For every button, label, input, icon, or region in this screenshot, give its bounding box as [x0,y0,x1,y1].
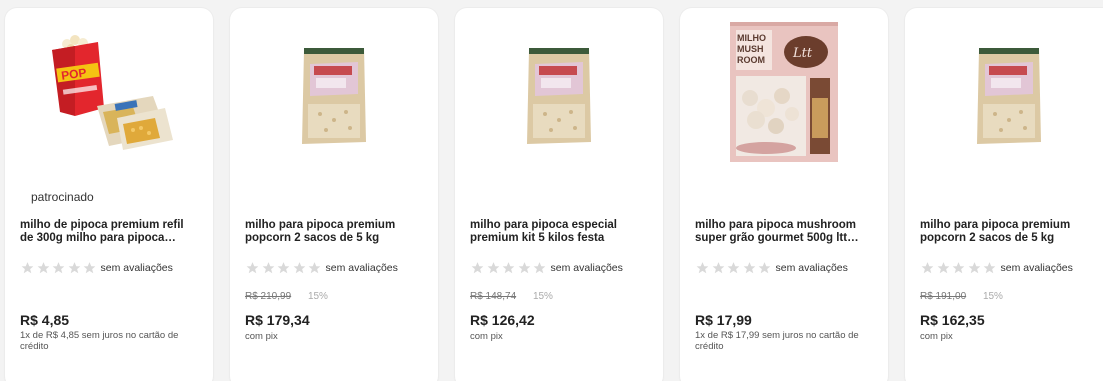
product-title-line-1: milho para pipoca premium [245,219,396,231]
sponsored-label: patrocinado [31,190,94,204]
rating-stars [245,261,323,275]
star-icon [262,262,274,274]
discount-badge: 15% [532,291,553,302]
old-price: R$ 210,99 [245,291,292,302]
old-price-row: R$ 148,74 15% [470,291,553,302]
product-title-line-1: milho para pipoca mushroom [695,219,857,231]
star-icon [83,262,96,274]
star-icon [727,262,740,274]
star-icon [518,262,530,274]
product-card[interactable]: milho para pipoca premium popcorn 2 saco… [905,8,1103,381]
star-icon [487,262,499,274]
rating-stars [470,261,548,275]
product-image[interactable] [455,8,663,173]
old-price: R$ 148,74 [470,291,517,302]
star-icon [696,262,709,274]
product-card[interactable]: milho para pipoca premium popcorn 2 saco… [230,8,438,381]
star-icon [68,262,80,274]
installment-text: 1x de R$ 17,99 sem juros no cartão de cr… [695,330,859,352]
rating-stars [20,261,98,275]
price: R$ 4,85 [20,312,70,328]
product-title-line-1: milho de pipoca premium refil [20,219,184,231]
product-image[interactable] [905,8,1103,173]
mushroom-popcorn-package-image: MILHO MUSH ROOM Ltt [730,22,838,162]
discount-badge: 15% [307,291,328,302]
product-title[interactable]: milho de pipoca premium refil de 300g mi… [20,219,199,245]
package-label-2: MUSH [737,44,764,54]
price: R$ 126,42 [470,312,535,328]
old-price-row: R$ 210,99 15% [245,291,328,302]
price: R$ 17,99 [695,312,752,328]
price: R$ 179,34 [245,312,310,328]
product-title[interactable]: milho para pipoca premium popcorn 2 saco… [245,219,424,245]
product-card[interactable]: milho para pipoca especial premium kit 5… [455,8,663,381]
product-title-line-1: milho para pipoca especial [470,219,617,231]
product-card[interactable]: POP patrocinado milho de pipoca premium … [5,8,213,381]
payment-method-text: com pix [245,331,278,342]
rating-text: sem avaliações [100,262,173,274]
rating: sem avaliações [20,261,173,275]
product-image[interactable] [230,8,438,173]
product-title[interactable]: milho para pipoca premium popcorn 2 saco… [920,219,1101,245]
product-card[interactable]: MILHO MUSH ROOM Ltt milho para pipoca mu… [680,8,888,381]
star-icon [21,262,34,274]
star-icon [52,262,65,274]
brand-logo-text: Ltt [792,46,813,61]
installment-text: 1x de R$ 4,85 sem juros no cartão de cré… [20,330,179,352]
rating-stars [695,261,773,275]
popcorn-sack-image [977,48,1041,144]
rating: sem avaliações [470,261,623,275]
product-title-line-1: milho para pipoca premium [920,219,1071,231]
product-title-line-2: popcorn 2 sacos de 5 kg [245,232,380,244]
star-icon [712,262,724,274]
old-price: R$ 191,00 [920,291,967,302]
package-label-1: MILHO [737,33,766,43]
star-icon [502,262,515,274]
popcorn-box-and-bags-image: POP [52,35,173,150]
package-label-3: ROOM [737,55,765,65]
star-icon [758,262,771,274]
star-icon [743,262,755,274]
payment-method-text: com pix [470,331,503,342]
product-image[interactable]: MILHO MUSH ROOM Ltt [680,8,888,173]
rating: sem avaliações [245,261,398,275]
star-icon [37,262,49,274]
star-icon [983,262,996,274]
star-icon [308,262,321,274]
discount-badge: 15% [982,291,1003,302]
old-price-row: R$ 191,00 15% [920,291,1003,302]
star-icon [471,262,484,274]
star-icon [937,262,949,274]
star-icon [921,262,934,274]
product-title-line-2: super grão gourmet 500g ltt… [695,232,859,244]
star-icon [952,262,965,274]
product-title-line-2: premium kit 5 kilos festa [470,232,605,244]
star-icon [533,262,546,274]
product-title-line-2: de 300g milho para pipoca… [20,232,176,244]
product-title-line-2: popcorn 2 sacos de 5 kg [920,232,1055,244]
rating-text: sem avaliações [550,262,623,274]
product-carousel: POP patrocinado milho de pipoca premium … [0,0,1103,381]
rating-text: sem avaliações [1000,262,1073,274]
product-title[interactable]: milho para pipoca especial premium kit 5… [470,219,649,245]
star-icon [246,262,259,274]
rating: sem avaliações [920,261,1073,275]
star-icon [277,262,290,274]
popcorn-sack-image [302,48,366,144]
rating-stars [920,261,998,275]
popcorn-sack-image [527,48,591,144]
star-icon [293,262,305,274]
price: R$ 162,35 [920,312,985,328]
rating: sem avaliações [695,261,848,275]
star-icon [968,262,980,274]
payment-method-text: com pix [920,331,953,342]
rating-text: sem avaliações [325,262,398,274]
product-image[interactable]: POP [5,8,213,173]
product-title[interactable]: milho para pipoca mushroom super grão go… [695,219,874,245]
rating-text: sem avaliações [775,262,848,274]
